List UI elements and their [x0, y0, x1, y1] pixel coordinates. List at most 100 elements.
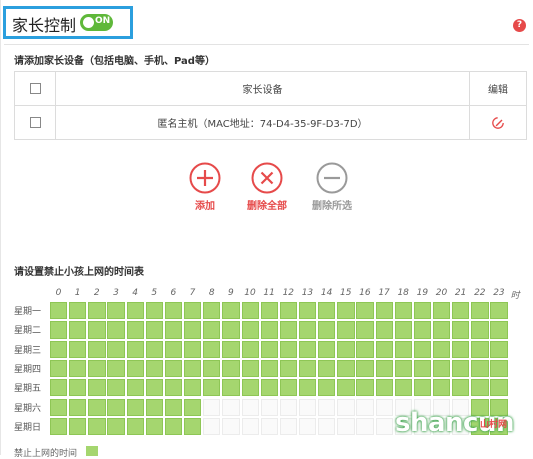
- schedule-cell[interactable]: [50, 398, 68, 416]
- schedule-cell[interactable]: [452, 379, 470, 397]
- schedule-cell[interactable]: [222, 379, 240, 397]
- schedule-cell[interactable]: [164, 417, 183, 436]
- schedule-cell[interactable]: [433, 302, 451, 320]
- schedule-cell[interactable]: [69, 417, 87, 436]
- schedule-cell[interactable]: [279, 340, 298, 358]
- schedule-cell[interactable]: [222, 321, 240, 339]
- schedule-cell[interactable]: [145, 379, 164, 397]
- schedule-cell[interactable]: [260, 398, 278, 416]
- schedule-cell[interactable]: [50, 302, 68, 320]
- schedule-cell[interactable]: [69, 379, 87, 397]
- schedule-cell[interactable]: [50, 340, 68, 358]
- schedule-cell[interactable]: [145, 398, 164, 416]
- schedule-cell[interactable]: [490, 321, 508, 339]
- schedule-cell[interactable]: [164, 398, 183, 416]
- schedule-cell[interactable]: [375, 379, 393, 397]
- schedule-cell[interactable]: [107, 302, 125, 320]
- schedule-cell[interactable]: [413, 340, 432, 358]
- schedule-cell[interactable]: [337, 379, 355, 397]
- schedule-cell[interactable]: [69, 398, 87, 416]
- schedule-cell[interactable]: [413, 302, 432, 320]
- schedule-cell[interactable]: [164, 340, 183, 358]
- schedule-cell[interactable]: [241, 417, 259, 436]
- schedule-cell[interactable]: [126, 417, 144, 436]
- schedule-cell[interactable]: [88, 417, 106, 436]
- delete-selected-button[interactable]: 删除所选: [303, 162, 361, 212]
- schedule-cell[interactable]: [50, 321, 68, 339]
- schedule-cell[interactable]: [452, 359, 470, 378]
- schedule-cell[interactable]: [164, 379, 183, 397]
- add-button[interactable]: 添加: [182, 162, 228, 212]
- edit-icon[interactable]: [491, 116, 505, 130]
- schedule-cell[interactable]: [88, 398, 106, 416]
- schedule-cell[interactable]: [298, 302, 317, 320]
- schedule-cell[interactable]: [318, 398, 336, 416]
- schedule-cell[interactable]: [50, 379, 68, 397]
- delete-all-button[interactable]: 删除全部: [238, 162, 296, 212]
- schedule-cell[interactable]: [184, 340, 202, 358]
- schedule-cell[interactable]: [241, 398, 259, 416]
- schedule-cell[interactable]: [298, 359, 317, 378]
- schedule-cell[interactable]: [184, 359, 202, 378]
- schedule-cell[interactable]: [337, 359, 355, 378]
- schedule-cell[interactable]: [164, 302, 183, 320]
- schedule-cell[interactable]: [375, 340, 393, 358]
- schedule-cell[interactable]: [241, 359, 259, 378]
- schedule-cell[interactable]: [145, 321, 164, 339]
- schedule-cell[interactable]: [413, 359, 432, 378]
- schedule-cell[interactable]: [50, 359, 68, 378]
- schedule-cell[interactable]: [337, 302, 355, 320]
- schedule-cell[interactable]: [145, 417, 164, 436]
- schedule-cell[interactable]: [145, 302, 164, 320]
- select-all-checkbox[interactable]: [29, 82, 41, 94]
- schedule-cell[interactable]: [375, 417, 393, 436]
- schedule-cell[interactable]: [222, 340, 240, 358]
- parental-control-toggle[interactable]: ON: [80, 14, 113, 31]
- schedule-cell[interactable]: [260, 417, 278, 436]
- schedule-cell[interactable]: [279, 302, 298, 320]
- schedule-cell[interactable]: [394, 321, 412, 339]
- schedule-cell[interactable]: [356, 359, 374, 378]
- schedule-cell[interactable]: [126, 398, 144, 416]
- schedule-cell[interactable]: [203, 302, 221, 320]
- schedule-cell[interactable]: [203, 398, 221, 416]
- schedule-cell[interactable]: [203, 340, 221, 358]
- schedule-cell[interactable]: [318, 379, 336, 397]
- schedule-cell[interactable]: [413, 321, 432, 339]
- schedule-cell[interactable]: [126, 379, 144, 397]
- schedule-cell[interactable]: [184, 379, 202, 397]
- schedule-cell[interactable]: [375, 359, 393, 378]
- schedule-cell[interactable]: [260, 379, 278, 397]
- schedule-cell[interactable]: [375, 302, 393, 320]
- schedule-cell[interactable]: [433, 340, 451, 358]
- schedule-cell[interactable]: [337, 417, 355, 436]
- schedule-cell[interactable]: [260, 359, 278, 378]
- schedule-cell[interactable]: [88, 302, 106, 320]
- schedule-cell[interactable]: [452, 302, 470, 320]
- schedule-cell[interactable]: [298, 417, 317, 436]
- schedule-cell[interactable]: [318, 302, 336, 320]
- schedule-cell[interactable]: [279, 417, 298, 436]
- schedule-cell[interactable]: [203, 379, 221, 397]
- schedule-cell[interactable]: [318, 417, 336, 436]
- schedule-cell[interactable]: [356, 398, 374, 416]
- schedule-cell[interactable]: [394, 379, 412, 397]
- schedule-cell[interactable]: [126, 321, 144, 339]
- schedule-cell[interactable]: [298, 340, 317, 358]
- schedule-cell[interactable]: [356, 417, 374, 436]
- schedule-cell[interactable]: [203, 359, 221, 378]
- schedule-cell[interactable]: [107, 321, 125, 339]
- schedule-cell[interactable]: [241, 321, 259, 339]
- schedule-cell[interactable]: [394, 302, 412, 320]
- schedule-cell[interactable]: [356, 321, 374, 339]
- schedule-cell[interactable]: [50, 417, 68, 436]
- schedule-cell[interactable]: [184, 302, 202, 320]
- schedule-cell[interactable]: [337, 340, 355, 358]
- schedule-cell[interactable]: [107, 340, 125, 358]
- schedule-cell[interactable]: [126, 302, 144, 320]
- schedule-cell[interactable]: [490, 379, 508, 397]
- schedule-cell[interactable]: [298, 398, 317, 416]
- schedule-cell[interactable]: [241, 302, 259, 320]
- schedule-cell[interactable]: [490, 302, 508, 320]
- schedule-cell[interactable]: [394, 359, 412, 378]
